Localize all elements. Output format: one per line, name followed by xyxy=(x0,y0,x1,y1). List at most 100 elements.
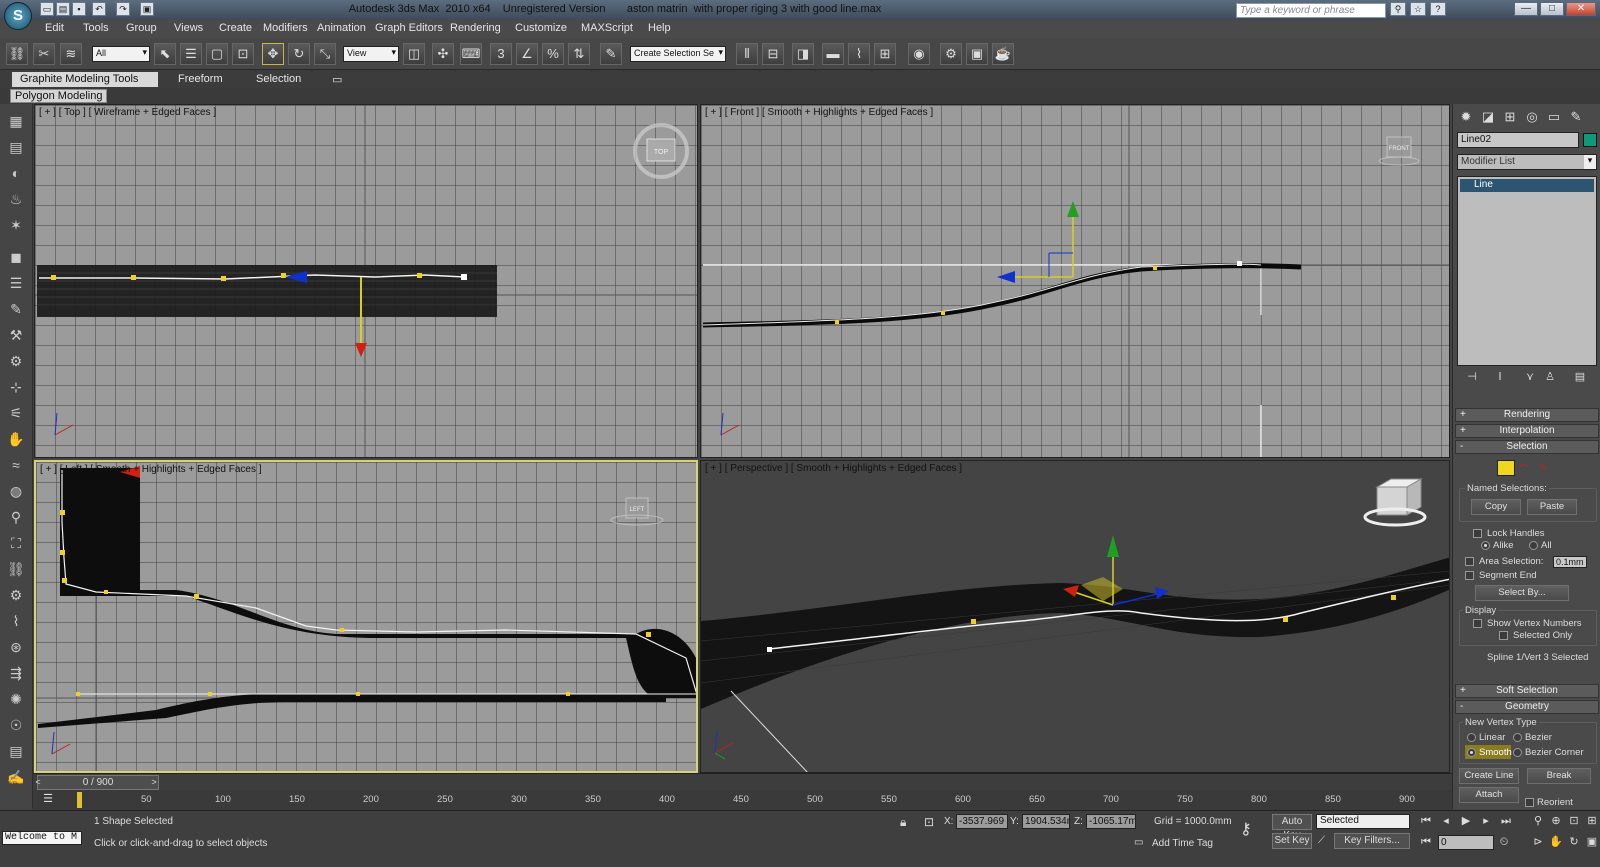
wave-icon[interactable]: ≈ xyxy=(5,454,27,476)
menu-edit[interactable]: Edit xyxy=(45,22,64,34)
rollout-geometry[interactable]: - Geometry xyxy=(1455,700,1599,714)
time-next-icon[interactable]: > xyxy=(149,775,159,790)
mini-curve-editor-icon[interactable]: ☰ xyxy=(37,792,59,808)
rollout-selection[interactable]: - Selection xyxy=(1455,440,1599,454)
teapot-icon[interactable]: ♨ xyxy=(5,188,27,210)
cog-icon[interactable]: ⚙ xyxy=(5,584,27,606)
attach-button[interactable]: Attach xyxy=(1459,787,1519,803)
zoom-extents-icon[interactable]: ⊡ xyxy=(1566,813,1582,829)
hand-icon[interactable]: ✋ xyxy=(5,428,27,450)
cylinder-icon[interactable]: ☰ xyxy=(5,272,27,294)
menu-animation[interactable]: Animation xyxy=(317,22,366,34)
menu-customize[interactable]: Customize xyxy=(515,22,567,34)
modify-tab-icon[interactable]: ◪ xyxy=(1479,108,1497,126)
add-time-tag-button[interactable]: Add Time Tag xyxy=(1152,838,1213,849)
rollout-interpolation[interactable]: + Interpolation xyxy=(1455,424,1599,438)
maximize-button[interactable]: □ xyxy=(1540,2,1564,16)
light-icon[interactable]: ✶ xyxy=(5,214,27,236)
absolute-mode-icon[interactable]: ⊡ xyxy=(924,815,934,829)
time-slider-thumb[interactable]: 0 / 900 xyxy=(37,775,159,790)
show-end-result-icon[interactable]: Ⅰ xyxy=(1491,370,1509,386)
viewport-perspective[interactable]: [ + ] [ Perspective ] [ Smooth + Highlig… xyxy=(700,460,1450,773)
rollout-rendering[interactable]: + Rendering xyxy=(1455,408,1599,422)
paint-icon[interactable]: ⚒ xyxy=(5,324,27,346)
viewport-top[interactable]: [ + ] [ Top ] [ Wireframe + Edged Faces … xyxy=(34,104,698,458)
utilities-tab-icon[interactable]: ✎ xyxy=(1567,108,1585,126)
spline-level-icon[interactable]: ∿ xyxy=(1539,462,1547,473)
break-button[interactable]: Break xyxy=(1527,768,1591,784)
zoom-all-icon[interactable]: ⊕ xyxy=(1548,813,1564,829)
set-key-button[interactable]: Set Key xyxy=(1272,833,1312,849)
time-prev-icon[interactable]: < xyxy=(33,775,43,790)
x-coordinate-field[interactable]: -3537.969 xyxy=(956,814,1008,829)
key-filters-button[interactable]: Key Filters... xyxy=(1334,833,1410,849)
layers-icon[interactable]: ▦ xyxy=(5,110,27,132)
percent-snap-icon[interactable]: % xyxy=(542,43,564,65)
zoom-extents-all-icon[interactable]: ⊞ xyxy=(1584,813,1600,829)
pivot-center-icon[interactable]: ◫ xyxy=(403,43,425,65)
character-icon[interactable]: ☉ xyxy=(5,714,27,736)
smooth-radio[interactable] xyxy=(1467,748,1476,757)
next-frame-icon[interactable]: ▸ xyxy=(1478,813,1494,829)
list-icon[interactable]: ▤ xyxy=(5,740,27,762)
display-tab-icon[interactable]: ▭ xyxy=(1545,108,1563,126)
viewport-front[interactable]: [ + ] [ Front ] [ Smooth + Highlights + … xyxy=(700,104,1450,458)
help-icon[interactable]: ? xyxy=(1430,2,1446,16)
align-icon[interactable]: ⊟ xyxy=(762,43,784,65)
selected-only-checkbox[interactable] xyxy=(1499,631,1508,640)
figure-icon[interactable]: ⚲ xyxy=(5,506,27,528)
stack-item-line[interactable]: Line xyxy=(1460,179,1594,192)
reactor-icon[interactable]: ⊛ xyxy=(5,636,27,658)
menu-tools[interactable]: Tools xyxy=(83,22,109,34)
bind-spacewarp-icon[interactable]: ≋ xyxy=(60,43,82,65)
move-icon[interactable]: ✥ xyxy=(262,43,284,65)
linear-radio[interactable] xyxy=(1467,733,1476,742)
rollout-soft-selection[interactable]: + Soft Selection xyxy=(1455,684,1599,698)
link-icon[interactable]: ⛓ xyxy=(5,558,27,580)
snaps-toggle-icon[interactable]: 3 xyxy=(490,43,512,65)
select-by-name-icon[interactable]: ☰ xyxy=(180,43,202,65)
show-vertex-numbers-checkbox[interactable] xyxy=(1473,619,1482,628)
menu-modifiers[interactable]: Modifiers xyxy=(263,22,308,34)
box-icon[interactable]: ◼ xyxy=(5,246,27,268)
ribbon-options-icon[interactable]: ▭ xyxy=(330,72,344,87)
auto-key-button[interactable]: Auto Key xyxy=(1272,814,1312,841)
viewport-front-label[interactable]: [ + ] [ Front ] [ Smooth + Highlights + … xyxy=(705,107,933,118)
menu-group[interactable]: Group xyxy=(126,22,157,34)
gizmo-icon[interactable]: ⊹ xyxy=(5,376,27,398)
rectangular-region-icon[interactable]: ▢ xyxy=(206,43,228,65)
copy-button[interactable]: Copy xyxy=(1471,499,1521,515)
selection-filter-dropdown[interactable]: All xyxy=(92,46,150,62)
zoom-icon[interactable]: ⚲ xyxy=(1530,813,1546,829)
area-selection-checkbox[interactable] xyxy=(1465,557,1474,566)
viewport-perspective-label[interactable]: [ + ] [ Perspective ] [ Smooth + Highlig… xyxy=(705,463,962,474)
lock-handles-checkbox[interactable] xyxy=(1473,529,1482,538)
sphere-icon[interactable]: ◍ xyxy=(5,480,27,502)
previous-frame-icon[interactable]: ◂ xyxy=(1438,813,1454,829)
paste-button[interactable]: Paste xyxy=(1527,499,1577,515)
menu-rendering[interactable]: Rendering xyxy=(450,22,501,34)
named-selection-dropdown[interactable]: Create Selection Se xyxy=(630,46,726,62)
key-mode-dropdown[interactable]: Selected xyxy=(1316,814,1410,829)
graphite-toggle-icon[interactable]: ▬ xyxy=(822,43,844,65)
play-icon[interactable]: ▶ xyxy=(1458,813,1474,829)
viewport-left-label[interactable]: [ + ] [ Left ] [ Smooth + Highlights + E… xyxy=(40,464,262,475)
isolate-icon[interactable]: ◐ xyxy=(5,162,27,184)
curve-editor-icon[interactable]: ⌇ xyxy=(848,43,870,65)
y-coordinate-field[interactable]: 1904.534m xyxy=(1022,814,1070,829)
go-to-start-icon[interactable]: ⏮ xyxy=(1418,813,1434,829)
create-line-button[interactable]: Create Line xyxy=(1459,768,1519,784)
menu-maxscript[interactable]: MAXScript xyxy=(581,22,633,34)
track-bar[interactable]: ☰ 50 100 150 200 250 300 350 400 450 500 550 600 650… xyxy=(33,790,1452,810)
script-icon[interactable]: ✍ xyxy=(5,766,27,788)
render-production-icon[interactable]: ☕ xyxy=(992,43,1014,65)
scale-icon[interactable]: ⤡ xyxy=(314,43,336,65)
reorient-checkbox[interactable] xyxy=(1525,798,1534,807)
menu-views[interactable]: Views xyxy=(174,22,203,34)
binoculars-icon[interactable]: ⚲ xyxy=(1390,2,1406,16)
modifier-list-dropdown[interactable]: Modifier List xyxy=(1457,154,1597,170)
reference-coordinate-dropdown[interactable]: View xyxy=(343,46,399,62)
viewport-top-label[interactable]: [ + ] [ Top ] [ Wireframe + Edged Faces … xyxy=(39,107,216,118)
edit-named-selections-icon[interactable]: ✎ xyxy=(600,43,622,65)
rendered-frame-icon[interactable]: ▣ xyxy=(966,43,988,65)
